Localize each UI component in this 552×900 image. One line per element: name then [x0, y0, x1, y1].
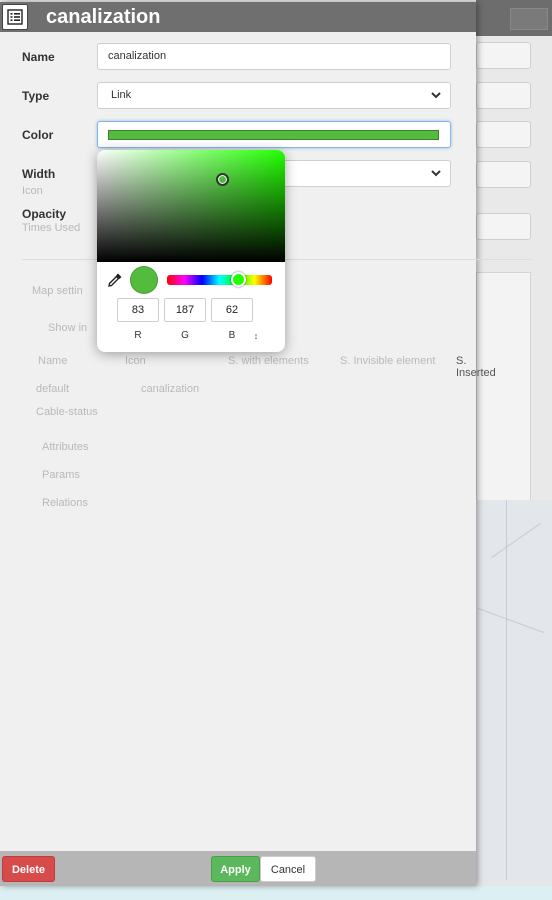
- blue-input[interactable]: 62: [211, 298, 253, 322]
- ghost-row-canalization: canalization: [141, 383, 200, 395]
- apply-button[interactable]: Apply: [211, 856, 260, 882]
- background-toolbar-button: [510, 8, 548, 30]
- green-input[interactable]: 187: [164, 298, 206, 322]
- name-label: Name: [22, 50, 55, 64]
- ghost-text: Times Used: [22, 222, 81, 234]
- ghost-section-relations: Relations: [42, 497, 88, 509]
- edit-element-dialog: canalization ent e Icon Times Used Map s…: [0, 2, 531, 886]
- blue-label: B: [228, 330, 236, 341]
- red-input[interactable]: 83: [117, 298, 159, 322]
- background-table: [476, 272, 531, 512]
- color-preview: [130, 266, 158, 294]
- ghost-section-attributes: Attributes: [42, 441, 89, 453]
- type-label: Type: [22, 89, 50, 103]
- type-select[interactable]: Link: [97, 82, 451, 109]
- ghost-text: Icon: [22, 185, 43, 197]
- color-picker: 83 187 62 R G B ↕: [97, 150, 285, 352]
- ghost-cable-status: Cable-status: [36, 406, 98, 418]
- dialog-title: canalization: [46, 6, 161, 28]
- cancel-button[interactable]: Cancel: [260, 856, 316, 882]
- background-field: [476, 42, 531, 69]
- width-label: Width: [22, 167, 56, 181]
- background-field: [476, 82, 531, 109]
- name-field-value: canalization: [108, 50, 167, 62]
- ghost-col-icon: Icon: [125, 355, 146, 367]
- delete-button[interactable]: Delete: [2, 856, 55, 882]
- saturation-handle[interactable]: [215, 173, 229, 187]
- ghost-row-default: default: [36, 383, 70, 395]
- red-label: R: [134, 330, 142, 341]
- type-select-value: Link: [111, 89, 132, 101]
- green-label: G: [181, 330, 189, 341]
- background-map: [476, 500, 552, 886]
- hue-slider-handle[interactable]: [231, 272, 247, 287]
- background-field: [476, 213, 531, 240]
- color-label: Color: [22, 128, 54, 142]
- up-down-arrows-icon[interactable]: ↕: [250, 330, 262, 342]
- list-icon: [2, 4, 28, 30]
- background-field: [476, 121, 531, 148]
- ghost-section-map-settings: Map settin: [32, 285, 83, 297]
- hue-slider[interactable]: [167, 272, 272, 287]
- ghost-col-invisible: S. Invisible element: [340, 355, 436, 367]
- dialog-header: canalization: [0, 2, 476, 32]
- eyedropper-icon[interactable]: [107, 272, 123, 288]
- ghost-col-name: Name: [38, 355, 68, 367]
- color-swatch: [108, 130, 439, 140]
- saturation-value-panel[interactable]: [97, 150, 285, 262]
- ghost-col-inserted: S. Inserted: [456, 355, 496, 379]
- dialog-footer: Delete Apply Cancel: [0, 851, 476, 886]
- ghost-section-params: Params: [42, 469, 80, 481]
- chevron-down-icon: [431, 170, 441, 177]
- name-field[interactable]: canalization: [97, 43, 451, 70]
- ghost-col-with-elements: S. with elements: [228, 355, 309, 367]
- color-field[interactable]: [97, 121, 451, 148]
- opacity-label: Opacity: [22, 207, 67, 221]
- background-field: [476, 161, 531, 188]
- ghost-show-checkbox-label: Show in: [48, 322, 88, 334]
- chevron-down-icon: [431, 92, 441, 99]
